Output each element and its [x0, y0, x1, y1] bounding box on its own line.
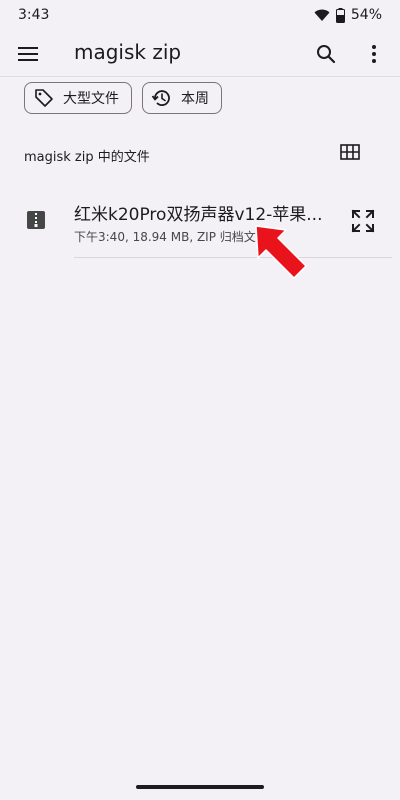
- page-title: magisk zip: [74, 40, 182, 64]
- hamburger-menu-icon: [18, 47, 38, 61]
- wifi-icon: [314, 8, 330, 22]
- search-icon: [317, 45, 336, 64]
- status-icons: 54%: [314, 7, 382, 23]
- grid-view-icon: [340, 144, 360, 160]
- expand-icon: [351, 209, 375, 233]
- file-list-item[interactable]: 红米k20Pro双扬声器v12-苹果... 下午3:40, 18.94 MB, …: [0, 188, 400, 258]
- red-arrow-icon: [255, 225, 307, 279]
- status-time: 3:43: [18, 7, 50, 23]
- grid-view-toggle[interactable]: [340, 144, 362, 162]
- tag-icon: [33, 87, 55, 109]
- section-header: magisk zip 中的文件: [24, 150, 150, 165]
- menu-button[interactable]: [16, 42, 40, 66]
- battery-percent: 54%: [350, 7, 382, 23]
- file-meta: 下午3:40, 18.94 MB, ZIP 归档文件: [74, 230, 268, 244]
- list-divider: [74, 257, 392, 258]
- history-icon: [151, 87, 173, 109]
- zip-file-icon: [26, 210, 46, 230]
- chip-this-week-label: 本周: [181, 91, 209, 107]
- battery-icon: [335, 7, 345, 23]
- top-app-bar: magisk zip: [0, 30, 400, 76]
- more-options-button[interactable]: [362, 42, 386, 66]
- more-vert-icon: [372, 45, 376, 63]
- gesture-navigation-bar[interactable]: [136, 785, 264, 789]
- chip-this-week[interactable]: 本周: [142, 82, 222, 114]
- chip-large-files-label: 大型文件: [63, 91, 119, 107]
- chip-large-files[interactable]: 大型文件: [24, 82, 132, 114]
- top-bar-divider: [0, 76, 400, 77]
- status-bar: 3:43 54%: [0, 0, 400, 30]
- filter-chips: 大型文件 本周: [24, 82, 222, 114]
- search-button[interactable]: [314, 42, 338, 66]
- preview-button[interactable]: [350, 208, 376, 234]
